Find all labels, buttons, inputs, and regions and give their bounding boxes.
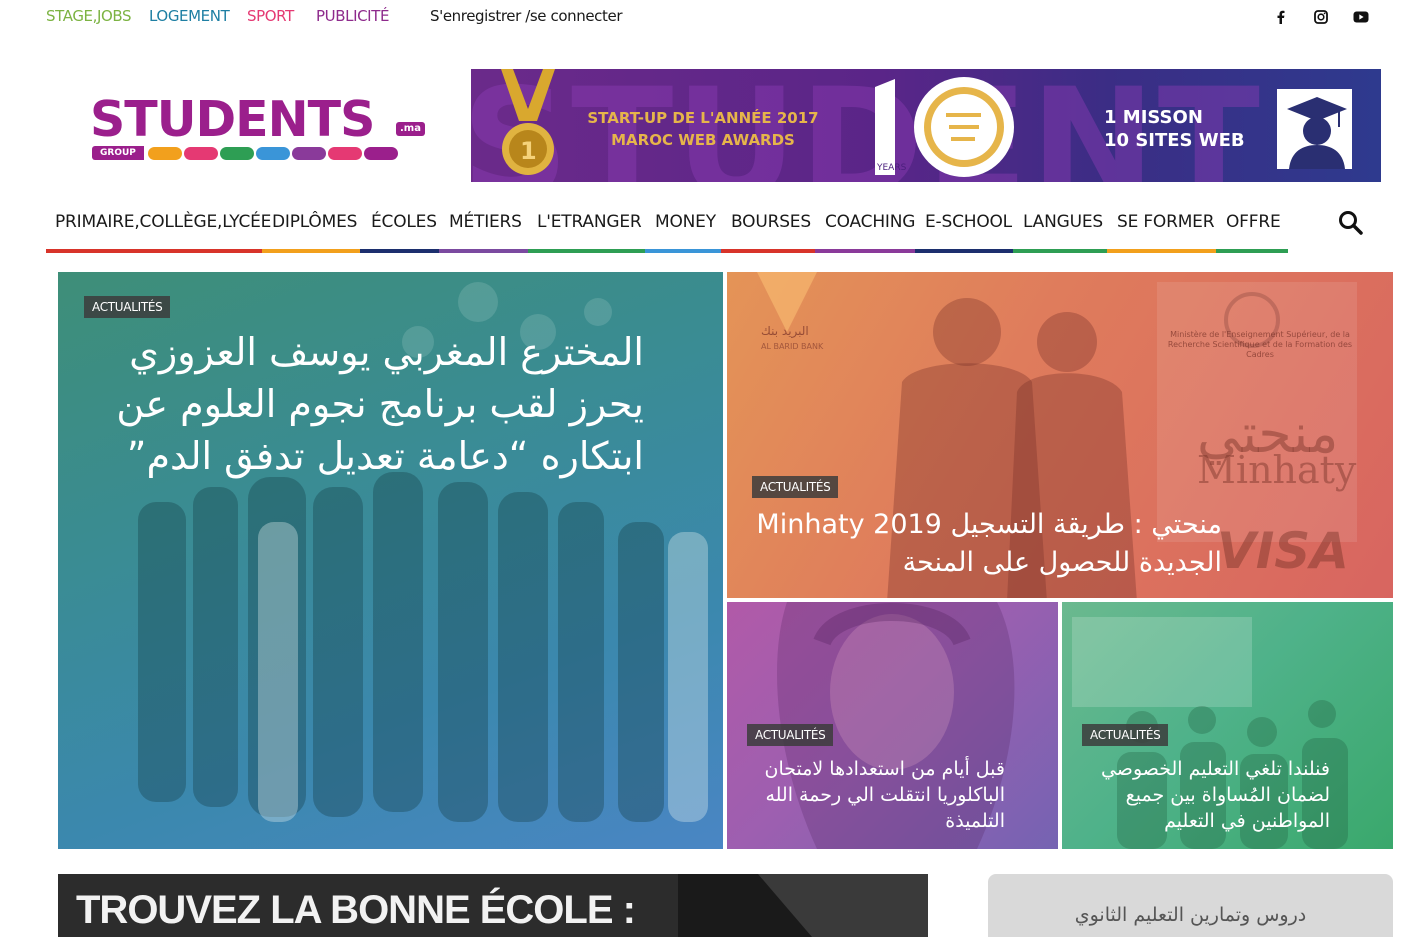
minhaty-latin-text: Minhaty — [1197, 448, 1357, 492]
mission-line-2: 10 SITES WEB — [1104, 130, 1245, 151]
article-title[interactable]: فنلندا تلغي التعليم الخصوصي لضمان المُسا… — [1080, 756, 1330, 834]
mission-line-1: 1 MISSON — [1104, 107, 1203, 128]
nav-item-etranger[interactable]: L'ETRANGER — [528, 200, 645, 253]
widget-title: دروس وتمارين التعليم الثانوي — [1074, 904, 1307, 926]
featured-article-4[interactable]: ACTUALITÉS فنلندا تلغي التعليم الخصوصي ل… — [1062, 602, 1393, 849]
category-badge[interactable]: ACTUALITÉS — [1082, 724, 1169, 746]
award-line-1: START-UP DE L'ANNÉE 2017 — [587, 109, 819, 127]
article-title[interactable]: منحتي : طريقة التسجيل Minhaty 2019 الجدي… — [752, 506, 1222, 582]
featured-article-3[interactable]: ACTUALITÉS قبل أيام من استعدادها لامتحان… — [727, 602, 1058, 849]
years-label: YEARS — [877, 163, 907, 173]
bank-arabic-text: البريد بنك — [761, 324, 809, 338]
site-logo[interactable]: STUDENTS .ma GROUP — [90, 92, 430, 167]
main-nav: PRIMAIRE,COLLÈGE,LYCÉE DIPLÔMES ÉCOLES M… — [46, 200, 1296, 254]
award-text: START-UP DE L'ANNÉE 2017 MAROC WEB AWARD… — [583, 107, 823, 151]
youtube-icon[interactable] — [1353, 9, 1369, 25]
school-finder-banner[interactable]: TROUVEZ LA BONNE ÉCOLE : — [58, 874, 928, 937]
facebook-icon[interactable] — [1272, 9, 1288, 25]
top-bar: STAGE,JOBS LOGEMENT SPORT PUBLICITÉ S'en… — [0, 0, 1427, 34]
graduate-icon — [1277, 89, 1352, 169]
category-badge[interactable]: ACTUALITÉS — [752, 476, 839, 498]
school-finder-title: TROUVEZ LA BONNE ÉCOLE : — [76, 888, 636, 932]
secondary-courses-widget[interactable]: دروس وتمارين التعليم الثانوي — [988, 874, 1393, 937]
nav-item-langues[interactable]: LANGUES — [1013, 200, 1107, 253]
top-link-publicite[interactable]: PUBLICITÉ — [316, 7, 389, 25]
logo-suffix: .ma — [396, 122, 425, 136]
article-title[interactable]: المخترع المغربي يوسف العزوزي يحرز لقب بر… — [84, 326, 644, 482]
top-link-logement[interactable]: LOGEMENT — [149, 7, 230, 25]
nav-item-bourses[interactable]: BOURSES — [721, 200, 815, 253]
nav-item-metiers[interactable]: MÉTIERS — [439, 200, 528, 253]
medal-number: 1 — [520, 137, 537, 165]
category-badge[interactable]: ACTUALITÉS — [84, 296, 171, 318]
nav-item-offre[interactable]: OFFRE — [1216, 200, 1288, 253]
featured-article-2[interactable]: البريد بنك AL BARID BANK Ministère de l'… — [727, 272, 1393, 598]
nav-item-coaching[interactable]: COACHING — [815, 200, 915, 253]
nav-item-e-school[interactable]: E-SCHOOL — [915, 200, 1013, 253]
award-line-2: MAROC WEB AWARDS — [611, 131, 795, 149]
search-button[interactable] — [1338, 210, 1364, 236]
top-link-stage-jobs[interactable]: STAGE,JOBS — [46, 7, 132, 25]
top-link-sport[interactable]: SPORT — [247, 7, 294, 25]
search-icon — [1339, 211, 1363, 235]
featured-article-1[interactable]: ACTUALITÉS المخترع المغربي يوسف العزوزي … — [58, 272, 723, 849]
nav-item-primaire[interactable]: PRIMAIRE,COLLÈGE,LYCÉE — [46, 200, 271, 253]
logo-group: GROUP — [92, 146, 144, 160]
nav-item-money[interactable]: MONEY — [645, 200, 721, 253]
category-badge[interactable]: ACTUALITÉS — [747, 724, 834, 746]
visa-logo-text: VISA — [1217, 522, 1350, 580]
bank-text: AL BARID BANK — [761, 342, 824, 351]
promo-banner[interactable]: STUDENT 1 START-UP DE L'ANNÉE 2017 MAROC… — [471, 69, 1381, 182]
instagram-icon[interactable] — [1313, 9, 1329, 25]
medal-icon — [501, 69, 555, 175]
logo-stripes — [148, 147, 400, 160]
nav-item-se-former[interactable]: SE FORMER — [1107, 200, 1216, 253]
logo-word: STUDENTS — [90, 91, 375, 148]
auth-link[interactable]: S'enregistrer /se connecter — [430, 7, 622, 25]
article-title[interactable]: قبل أيام من استعدادها لامتحان الباكلوريا… — [745, 756, 1006, 834]
nav-item-diplomes[interactable]: DIPLÔMES — [262, 200, 360, 253]
ministry-text: Ministère de l'Enseignement Supérieur, d… — [1167, 330, 1353, 359]
nav-item-ecoles[interactable]: ÉCOLES — [360, 200, 439, 253]
mission-text: 1 MISSON 10 SITES WEB — [1104, 106, 1245, 152]
